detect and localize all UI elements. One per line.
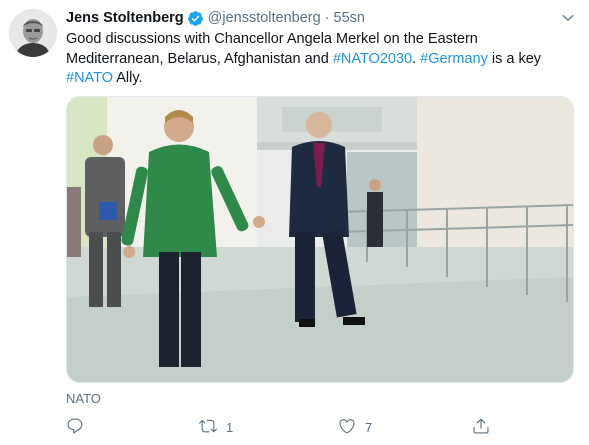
tweet[interactable]: Jens Stoltenberg @jensstoltenberg · 55sn…: [0, 0, 589, 445]
reply-button[interactable]: [66, 416, 93, 438]
like-button[interactable]: 7: [338, 416, 372, 438]
hashtag-link[interactable]: #Germany: [420, 51, 488, 67]
retweet-button[interactable]: 1: [199, 416, 233, 438]
tweet-header: Jens Stoltenberg @jensstoltenberg · 55sn: [66, 9, 365, 27]
tweet-text: Good discussions with Chancellor Angela …: [66, 30, 576, 89]
media-source-label[interactable]: NATO: [66, 391, 101, 406]
heart-icon: [338, 417, 356, 438]
retweet-count: 1: [226, 419, 234, 435]
photo-illustration: [67, 97, 573, 382]
tweet-actions: 1 7: [66, 416, 566, 438]
tweet-photo[interactable]: [66, 96, 574, 383]
hashtag-link[interactable]: #NATO2030: [333, 51, 412, 67]
hashtag-link[interactable]: #NATO: [66, 70, 113, 86]
reply-icon: [66, 417, 84, 438]
verified-badge-icon: [187, 10, 204, 27]
chevron-down-icon[interactable]: [561, 11, 575, 25]
like-count: 7: [365, 419, 373, 435]
tweet-text-part: Ally.: [113, 70, 143, 86]
avatar-image: [9, 9, 57, 57]
author-name[interactable]: Jens Stoltenberg: [66, 10, 184, 26]
timestamp[interactable]: 55sn: [334, 10, 365, 26]
avatar[interactable]: [9, 9, 57, 57]
tweet-text-part: .: [412, 50, 421, 67]
tweet-text-part: is a key: [487, 50, 542, 67]
share-icon: [472, 417, 490, 438]
separator-dot: ·: [324, 10, 330, 26]
author-handle[interactable]: @jensstoltenberg: [208, 10, 321, 26]
retweet-icon: [199, 417, 217, 438]
share-button[interactable]: [472, 416, 490, 438]
